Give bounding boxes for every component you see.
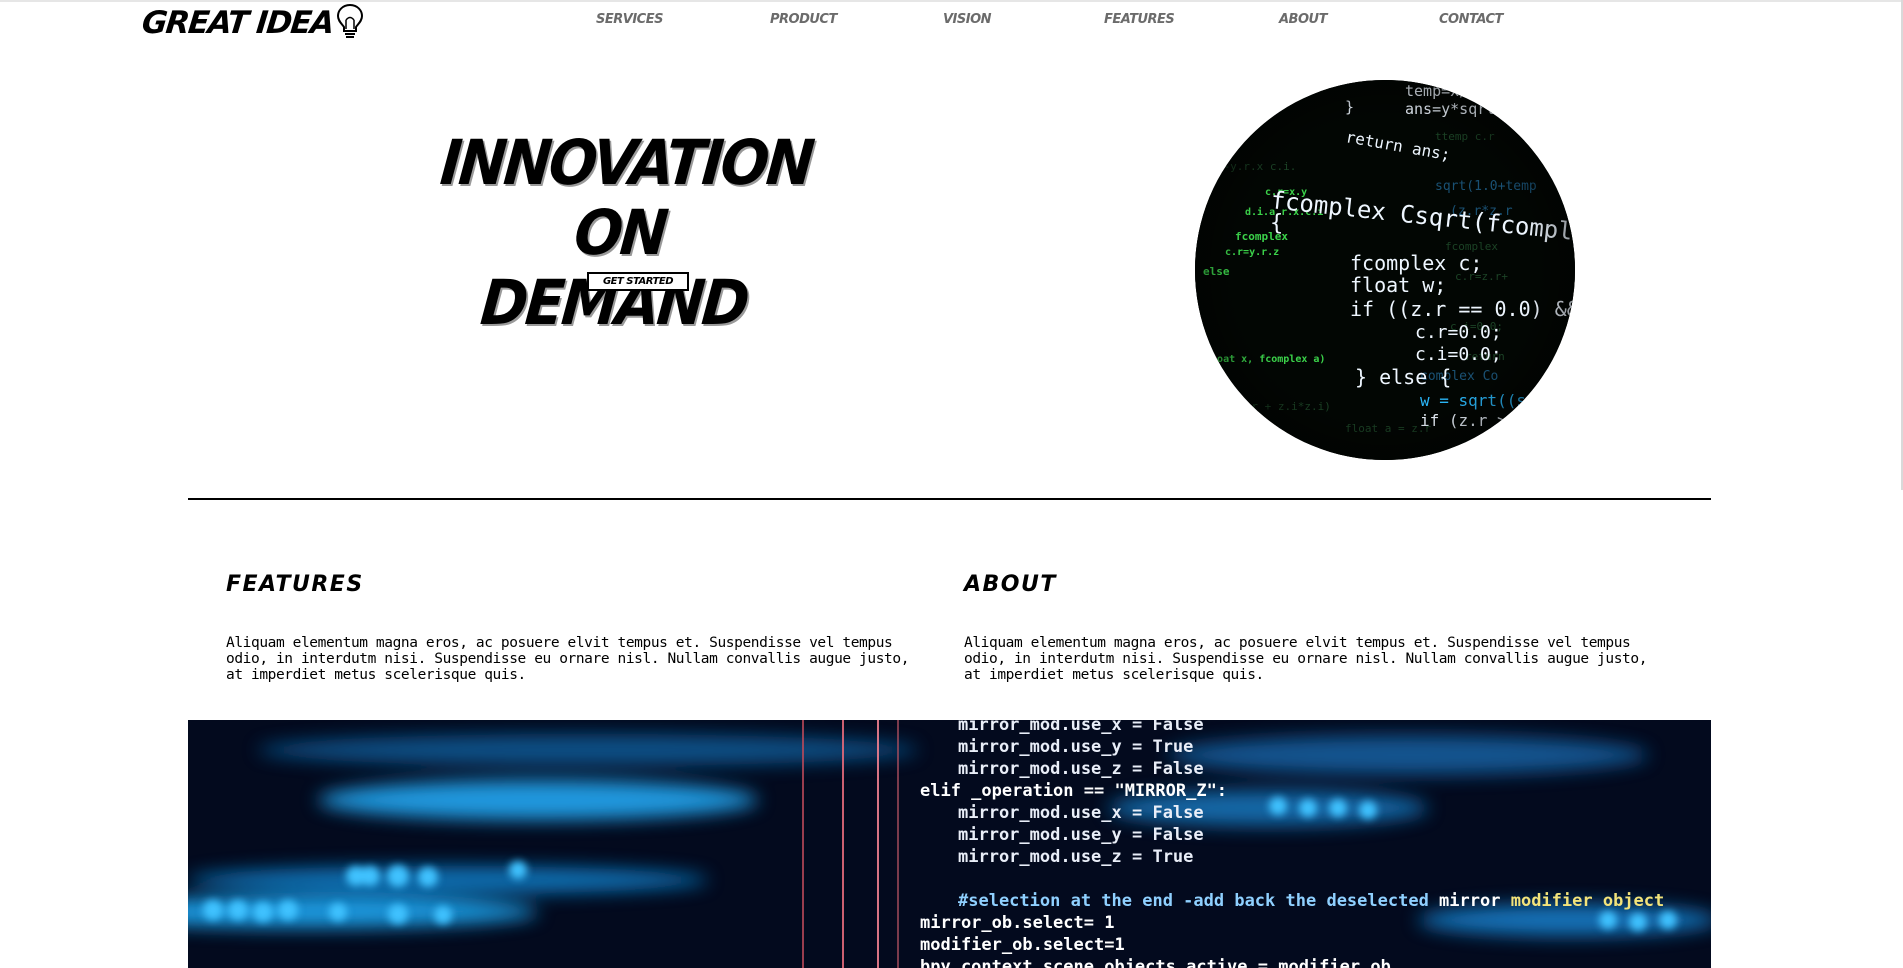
svg-text:mirror_ob.select= 1: mirror_ob.select= 1 <box>920 913 1114 933</box>
svg-text:mirror_mod.use_x = False: mirror_mod.use_x = False <box>958 803 1204 823</box>
hero-code-image: c.r.-y.r.x c.i. ttemp c.r fcomplex c.r=z… <box>1195 80 1575 460</box>
brand-logo[interactable]: GREAT IDEA <box>140 2 365 44</box>
features-body: Aliquam elementum magna eros, ac posuere… <box>226 635 910 683</box>
nav-item-contact[interactable]: CONTACT <box>1439 12 1503 27</box>
section-divider <box>188 498 1711 500</box>
hero-title: INNOVATION ON DEMAND <box>408 126 831 339</box>
lightbulb-icon <box>335 2 365 44</box>
svg-text:mirror_mod.use_x = False: mirror_mod.use_x = False <box>958 720 1204 735</box>
code-banner-image: mirror_mod.use_x = False mirror_mod.use_… <box>188 720 1711 968</box>
hero-title-line1: INNOVATION ON <box>437 126 815 269</box>
about-body: Aliquam elementum magna eros, ac posuere… <box>964 635 1648 683</box>
nav-item-vision[interactable]: VISION <box>943 12 992 27</box>
svg-text:mirror_mod.use_z = False: mirror_mod.use_z = False <box>958 759 1204 779</box>
svg-text:mirror_mod.use_z = True: mirror_mod.use_z = True <box>958 847 1193 867</box>
nav-item-services[interactable]: SERVICES <box>596 12 663 27</box>
svg-text:mirror_mod.use_y = False: mirror_mod.use_y = False <box>958 825 1204 845</box>
svg-text:omplex z): omplex z) <box>1199 440 1259 453</box>
hero-code-art: c.r.-y.r.x c.i. ttemp c.r fcomplex c.r=z… <box>1195 80 1575 460</box>
svg-text:bpy.context.scene.objects.acti: bpy.context.scene.objects.active = modif… <box>920 957 1391 968</box>
svg-text:modifier_ob.select=1: modifier_ob.select=1 <box>920 935 1125 955</box>
brand-name: GREAT IDEA <box>140 5 335 41</box>
features-title: FEATURES <box>226 572 364 597</box>
svg-text:#selection at the end -add bac: #selection at the end -add back the dese… <box>958 891 1664 911</box>
nav-item-product[interactable]: PRODUCT <box>770 12 837 27</box>
nav-item-features[interactable]: FEATURES <box>1104 12 1175 27</box>
about-title: ABOUT <box>964 572 1057 597</box>
nav-item-about[interactable]: ABOUT <box>1279 12 1327 27</box>
code-banner-art: mirror_mod.use_x = False mirror_mod.use_… <box>188 720 1711 968</box>
svg-text:elif _operation == "MIRROR_Z":: elif _operation == "MIRROR_Z": <box>920 781 1227 801</box>
svg-text:mirror_mod.use_y = True: mirror_mod.use_y = True <box>958 737 1193 757</box>
top-border <box>0 0 1903 2</box>
get-started-button[interactable]: GET STARTED <box>587 272 689 291</box>
